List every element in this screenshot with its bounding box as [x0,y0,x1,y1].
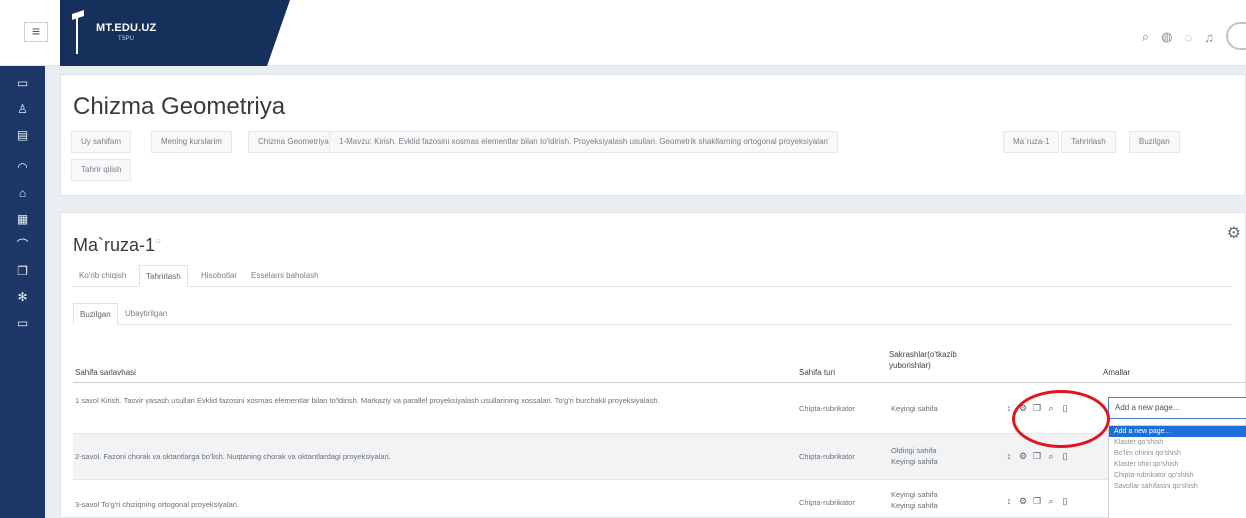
avatar[interactable] [1226,22,1246,50]
globe-icon[interactable]: ◍ [1161,29,1172,45]
tab-bar: Ko'rib chiqish Tahrirlash Hisobotlar Ess… [73,261,1233,287]
breadcrumb-item[interactable]: Mening kurslarim [151,131,232,153]
page-type-cell: Chipta-rubrikator [799,452,855,461]
files-icon[interactable]: ❐ [0,260,45,282]
dropdown-option[interactable]: Chipta-rubrikator qo'shish [1109,470,1246,481]
home-icon[interactable]: ⌂ [0,182,45,204]
breadcrumb-item[interactable]: Buzilgan [1129,131,1180,153]
copy-icon[interactable]: ❐ [1033,496,1041,507]
brand-title: MT.EDU.UZ [96,22,157,34]
preview-icon[interactable]: ⌕ [1047,496,1055,507]
move-icon[interactable]: ↕ [1005,496,1013,507]
book-icon[interactable]: ▤ [0,124,45,146]
gear-icon[interactable]: ⚙ [1227,223,1241,243]
folder-icon[interactable]: ▭ [0,312,45,334]
graduation-cap-icon [72,10,84,54]
table-row: 3-savol To'g'ri chiziqning ortogonal pro… [73,480,1246,518]
top-icons: ⌕ ◍ ◌ ♫ [1142,22,1246,50]
tab-preview[interactable]: Ko'rib chiqish [73,265,132,287]
annotation-circle [1012,390,1110,448]
column-header-title: Sahifa sarlavhasi [75,368,136,377]
hamburger-menu-button[interactable]: ≡ [24,22,48,42]
breadcrumb-item[interactable]: Chizma Geometriya [248,131,339,153]
subtab-bar: Buzilgan Ubaytirilgan [73,299,1233,325]
calendar-icon[interactable]: ▦ [0,208,45,230]
dashboard-icon[interactable]: ◠ [0,156,45,178]
move-icon[interactable]: ↕ [1005,451,1013,462]
jump-cell: Keyingi sahifa [891,457,938,466]
breadcrumb-item[interactable]: 1-Mavzu: Kirish. Evklid fazosini xosmas … [329,131,838,153]
settings-icon[interactable]: ⚙ [1019,451,1027,462]
settings-icon[interactable]: ✻ [0,286,45,308]
add-page-dropdown: Add a new page... Klaster qo'shish Bo'li… [1108,425,1246,518]
breadcrumb-item[interactable]: Uy sahifam [71,131,132,153]
lesson-edit-card: Ma`ruza-1○ ⚙ Ko'rib chiqish Tahrirlash H… [60,212,1246,518]
page-header: Chizma Geometriya Uy sahifam Mening kurs… [60,74,1246,196]
dropdown-option[interactable]: Klaster qo'shish [1109,437,1246,448]
column-header-jumps: Sakrashlar(o'tkazib yuborishlar) [889,350,957,370]
add-page-select[interactable]: Add a new page... [1108,397,1246,419]
folder-icon[interactable]: ▭ [0,72,45,94]
dropdown-option[interactable]: Add a new page... [1109,426,1246,437]
row-actions: ↕ ⚙ ❐ ⌕ ▯ [1005,496,1069,507]
delete-icon[interactable]: ▯ [1061,451,1069,462]
page-title-cell[interactable]: 2-savol. Fazoni chorak va oktantlarga bo… [75,452,775,462]
sidebar: ▭ ♙ ▤ ◠ ⌂ ▦ ⌒ ❐ ✻ ▭ [0,66,45,518]
breadcrumb-item[interactable]: Tahrirlash [1061,131,1116,153]
info-icon[interactable]: ○ [155,236,161,247]
page-type-cell: Chipta-rubrikator [799,498,855,507]
search-icon[interactable]: ⌕ [1142,29,1149,45]
page-title-cell[interactable]: 1 savol Kirish. Tasvir yasash usullari E… [75,396,775,406]
tab-collapsed[interactable]: Buzilgan [73,303,118,325]
dropdown-option[interactable]: Savollar sahifasini qo'shish [1109,481,1246,492]
copy-icon[interactable]: ❐ [1033,451,1041,462]
tab-grade-essays[interactable]: Esselarni baholash [245,265,325,287]
jump-cell: Keyingi sahifa [891,490,938,499]
column-header-type: Sahifa turi [799,368,836,377]
jump-cell: Keyingi sahifa [891,404,938,413]
jump-cell: Keyingi sahifa [891,501,938,510]
module-title-text: Ma`ruza-1 [73,235,156,255]
brand-subtitle: TSPU [118,36,135,42]
page-title-cell[interactable]: 3-savol To'g'ri chiziqning ortogonal pro… [75,500,775,510]
page-title: Chizma Geometriya [73,93,286,120]
preview-icon[interactable]: ⌕ [1047,451,1055,462]
tab-expanded[interactable]: Ubaytirilgan [119,303,173,325]
graduation-icon[interactable]: ⌒ [0,234,45,256]
tab-reports[interactable]: Hisobotlar [195,265,243,287]
dropdown-option[interactable]: Klaster ohiri qo'shish [1109,459,1246,470]
top-navbar: ≡ MT.EDU.UZ TSPU ⌕ ◍ ◌ ♫ [0,0,1246,66]
dropdown-option[interactable]: Bo'lim ohirini qo'shish [1109,448,1246,459]
bell-icon[interactable]: ♫ [1204,30,1214,45]
users-icon[interactable]: ♙ [0,98,45,120]
row-actions: ↕ ⚙ ❐ ⌕ ▯ [1005,451,1069,462]
table-header: Sahifa sarlavhasi Sahifa turi Sakrashlar… [73,343,1246,383]
move-icon[interactable]: ↕ [1005,403,1013,414]
column-header-actions: Amallar [1103,368,1131,377]
page-type-cell: Chipta-rubrikator [799,404,855,413]
module-title: Ma`ruza-1○ [73,235,161,256]
tab-edit[interactable]: Tahrirlash [139,265,188,287]
chat-icon[interactable]: ◌ [1185,30,1193,45]
jump-cell: Oldingi sahifa [891,446,937,455]
delete-icon[interactable]: ▯ [1061,496,1069,507]
breadcrumb-item: Tahrir qilish [71,159,132,181]
brand-logo[interactable]: MT.EDU.UZ TSPU [60,0,290,66]
settings-icon[interactable]: ⚙ [1019,496,1027,507]
breadcrumb-item[interactable]: Ma`ruza-1 [1003,131,1060,153]
